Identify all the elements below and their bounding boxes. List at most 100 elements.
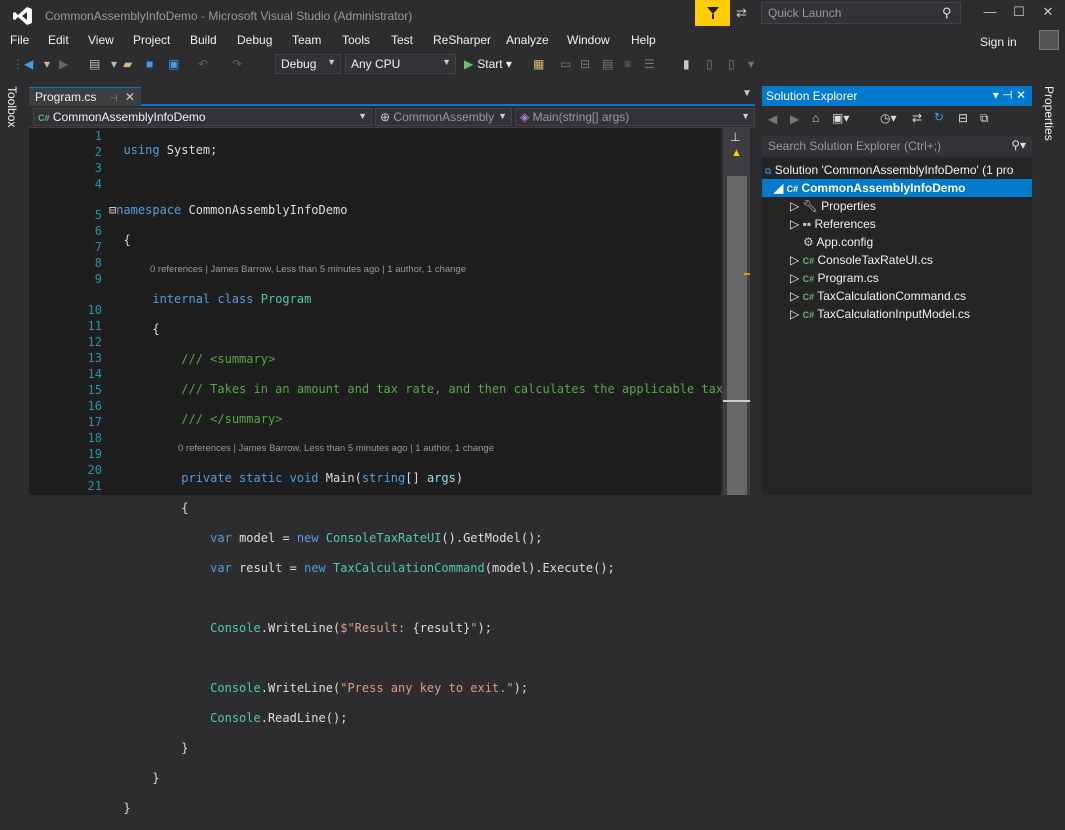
line-number: 16 — [87, 399, 102, 413]
item-label: TaxCalculationCommand.cs — [817, 289, 966, 303]
feedback-icon[interactable]: ⇄ — [736, 5, 754, 23]
quick-launch-input[interactable]: Quick Launch — [761, 2, 961, 24]
menu-help[interactable]: Help — [631, 33, 656, 47]
menu-tools[interactable]: Tools — [342, 33, 370, 47]
split-icon[interactable]: ⊥ — [730, 130, 740, 144]
sync-icon[interactable]: ⇄ — [912, 111, 922, 125]
maximize-button[interactable]: ☐ — [1007, 4, 1031, 22]
code-line: using System; — [123, 143, 218, 157]
back-icon[interactable]: ◀ — [24, 57, 33, 71]
toolbar-icon: ≡ — [624, 57, 632, 71]
platform-select[interactable]: Any CPU ▼ — [345, 54, 456, 74]
project-nav-select[interactable]: C# CommonAssemblyInfoDemo ▼ — [33, 108, 372, 126]
code-line: /// Takes in an amount and tax rate, and… — [181, 382, 731, 396]
menu-edit[interactable]: Edit — [48, 33, 69, 47]
line-number: 3 — [94, 161, 102, 175]
codelens-info[interactable]: 0 references | James Barrow, Less than 5… — [109, 262, 730, 277]
properties-tab[interactable]: Properties — [1042, 86, 1056, 141]
member-nav-select[interactable]: ◈ Main(string[] args) ▼ — [515, 108, 755, 126]
search-icon[interactable]: ⚲▾ — [1011, 138, 1026, 152]
tree-item-program[interactable]: ▷ C# Program.cs — [790, 269, 879, 287]
code-line: } — [109, 771, 160, 785]
menu-test[interactable]: Test — [391, 33, 413, 47]
home-icon[interactable]: ⌂ — [812, 111, 819, 125]
line-number: 6 — [94, 224, 102, 238]
menu-debug[interactable]: Debug — [237, 33, 272, 47]
menu-file[interactable]: File — [10, 33, 29, 47]
tab-program-cs[interactable]: Program.cs ⊣ ✕ — [29, 87, 141, 106]
menu-view[interactable]: View — [88, 33, 114, 47]
expand-arrow-icon: ▷ — [790, 307, 800, 321]
dropdown-icon[interactable]: ▾ — [111, 57, 117, 71]
line-number: 20 — [87, 463, 102, 477]
tree-item-consoletaxrateui[interactable]: ▷ C# ConsoleTaxRateUI.cs — [790, 251, 933, 269]
panel-controls[interactable]: ▾ ⊣ ✕ — [993, 88, 1026, 102]
tree-item-taxcalculationinputmodel[interactable]: ▷ C# TaxCalculationInputModel.cs — [790, 305, 970, 323]
code-line: { — [109, 233, 131, 247]
collapse-arrow-icon: ◢ — [774, 181, 784, 195]
notifications-flag-icon[interactable] — [695, 0, 730, 26]
collapse-all-icon[interactable]: ⊟ — [958, 111, 968, 125]
expand-arrow-icon: ▷ — [790, 199, 800, 213]
start-button[interactable]: ▶ Start ▾ — [464, 57, 512, 71]
menu-window[interactable]: Window — [567, 33, 610, 47]
item-label: ConsoleTaxRateUI.cs — [817, 253, 933, 267]
avatar[interactable] — [1039, 30, 1059, 50]
sign-in-link[interactable]: Sign in — [980, 35, 1017, 49]
save-icon[interactable]: ■ — [146, 57, 153, 71]
code-line: Console.WriteLine("Press any key to exit… — [210, 681, 529, 695]
close-button[interactable]: ✕ — [1036, 4, 1060, 22]
tree-item-taxcalculationcommand[interactable]: ▷ C# TaxCalculationCommand.cs — [790, 287, 966, 305]
menu-build[interactable]: Build — [190, 33, 217, 47]
tree-item-app-config[interactable]: ⚙ App.config — [803, 233, 873, 251]
solution-configuration-select[interactable]: Debug ▼ — [275, 54, 341, 74]
bookmark-icon: ▯ — [706, 57, 713, 71]
line-number: 15 — [87, 383, 102, 397]
toolbox-tab[interactable]: Toolbox — [5, 86, 19, 127]
line-number-gutter: 1 2 3 4 5 6 7 8 9 10 11 12 13 14 15 16 1… — [50, 128, 102, 494]
tab-overflow-icon[interactable]: ▼ — [742, 88, 752, 99]
tree-solution-node[interactable]: ⧉ Solution 'CommonAssemblyInfoDemo' (1 p… — [765, 161, 1032, 179]
solution-explorer-search-input[interactable]: Search Solution Explorer (Ctrl+;) ⚲▾ — [762, 136, 1032, 156]
save-all-icon[interactable]: ▣ — [168, 57, 179, 71]
code-text[interactable]: using System; ⊟namespace CommonAssemblyI… — [109, 128, 730, 830]
left-tool-strip — [0, 82, 27, 495]
search-icon[interactable]: ⚲ — [942, 5, 952, 21]
class-nav-select[interactable]: ⊕ CommonAssembly ▼ — [375, 108, 512, 126]
code-line: /// </summary> — [181, 412, 283, 426]
tree-item-references[interactable]: ▷ ▪▪ References — [790, 215, 876, 233]
menu-resharper[interactable]: ReSharper — [433, 33, 491, 47]
play-icon: ▶ — [464, 57, 474, 71]
close-icon[interactable]: ✕ — [125, 90, 135, 104]
codelens-info[interactable]: 0 references | James Barrow, Less than 5… — [109, 441, 730, 456]
menu-team[interactable]: Team — [292, 33, 321, 47]
menu-project[interactable]: Project — [133, 33, 170, 47]
line-number: 19 — [87, 447, 102, 461]
member-nav-value: Main(string[] args) — [532, 110, 630, 124]
tree-project-node[interactable]: ◢ C# CommonAssemblyInfoDemo — [762, 179, 1032, 197]
switch-views-icon[interactable]: ▣▾ — [832, 111, 849, 125]
class-icon: ⊕ — [380, 110, 391, 124]
show-all-files-icon[interactable]: ⧉ — [980, 111, 989, 126]
minimize-button[interactable]: — — [978, 4, 1002, 22]
dropdown-icon[interactable]: ▾ — [44, 57, 50, 71]
tree-item-properties[interactable]: ▷ 🔧︎ Properties — [790, 197, 876, 215]
bookmark-icon[interactable]: ▮ — [683, 57, 690, 71]
menu-analyze[interactable]: Analyze — [506, 33, 549, 47]
open-folder-icon[interactable]: ▰ — [123, 57, 132, 71]
toolbar-icon: ⊟ — [580, 57, 591, 71]
pending-changes-icon[interactable]: ◷▾ — [880, 111, 897, 125]
new-item-icon[interactable]: ▤ — [89, 57, 100, 71]
toolbar-more-icon[interactable]: ▾ — [748, 57, 754, 71]
line-number: 4 — [94, 177, 102, 191]
pin-icon[interactable]: ⊣ — [110, 93, 118, 103]
line-number: 5 — [94, 208, 102, 222]
project-label: CommonAssemblyInfoDemo — [801, 181, 966, 195]
find-in-files-icon[interactable]: ▦ — [533, 57, 544, 71]
line-number: 9 — [94, 272, 102, 286]
refresh-icon[interactable]: ↻ — [934, 110, 944, 124]
scrollbar-thumb[interactable] — [727, 176, 747, 495]
wrench-icon: 🔧︎ — [802, 199, 818, 213]
